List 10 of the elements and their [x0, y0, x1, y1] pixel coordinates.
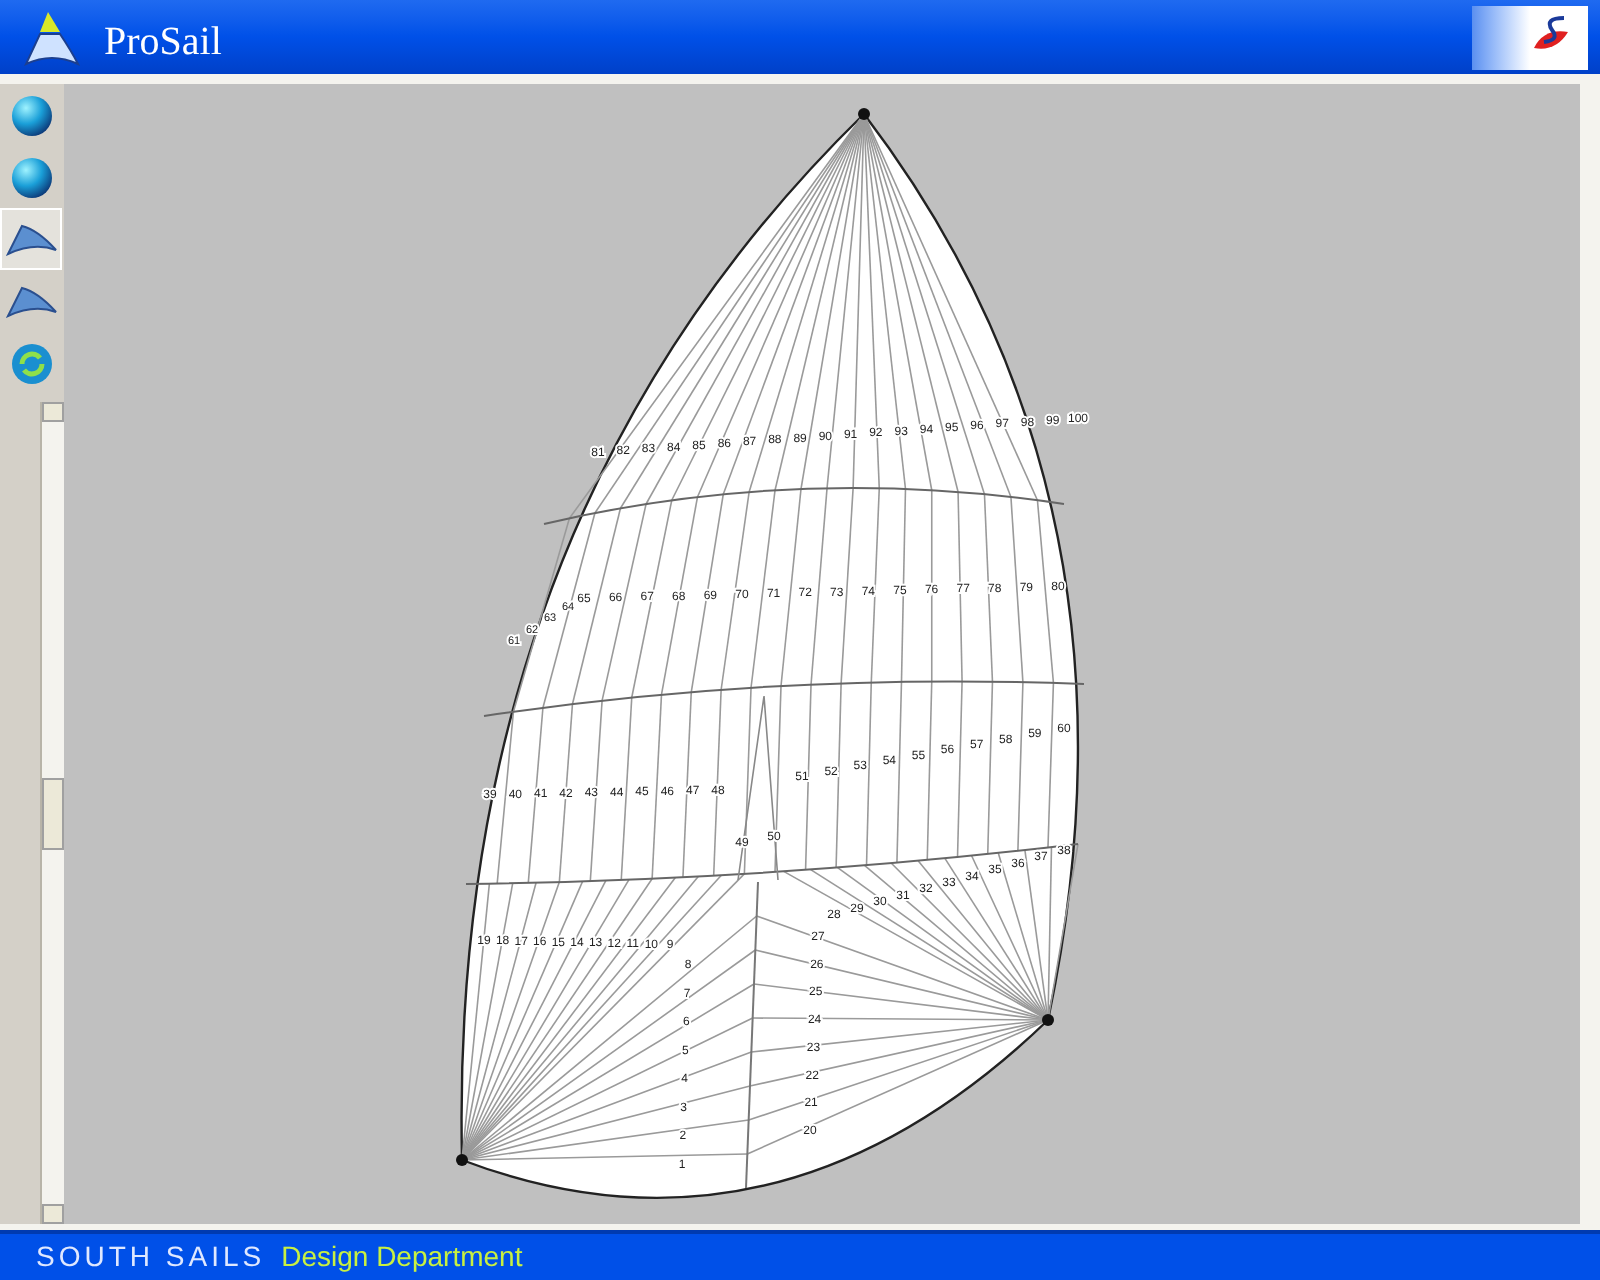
company-name: SOUTH SAILS: [36, 1238, 266, 1276]
department-name: Design Department: [281, 1238, 523, 1276]
sail-icon: [5, 221, 57, 257]
scrollbar[interactable]: [40, 402, 64, 1224]
sail-logo-icon: [24, 7, 80, 67]
refresh-globe-icon: [9, 341, 53, 385]
globe-icon: [9, 155, 53, 199]
window-title: ProSail: [104, 17, 222, 67]
globe-icon: [9, 93, 53, 137]
sail-icon: [5, 283, 57, 319]
